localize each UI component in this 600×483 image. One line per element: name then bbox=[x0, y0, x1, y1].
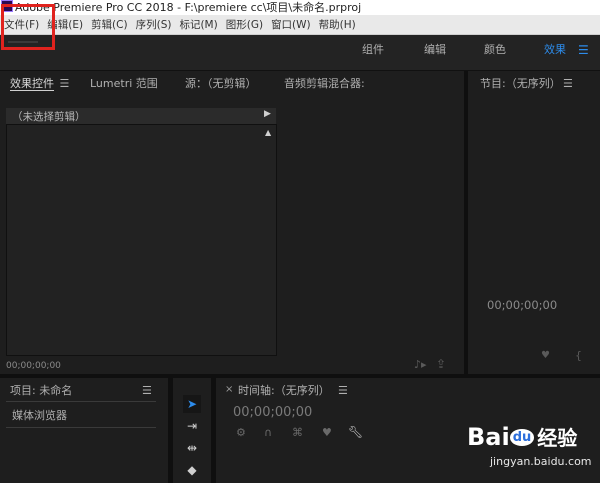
export-frame-icon[interactable]: ♪▸ bbox=[414, 358, 427, 371]
tab-source-monitor[interactable]: 源：（无剪辑） bbox=[185, 74, 257, 94]
project-divider-2 bbox=[6, 427, 156, 428]
menu-sequence[interactable]: 序列(S) bbox=[132, 17, 176, 32]
workspace-tab-effects[interactable]: 效果 bbox=[544, 35, 566, 70]
snap-magnet-icon[interactable]: ∩ bbox=[264, 426, 272, 439]
no-clip-selected-label: （未选择剪辑） bbox=[12, 111, 86, 123]
in-out-brace-icon[interactable]: { bbox=[575, 349, 582, 362]
menu-clip[interactable]: 剪辑(C) bbox=[87, 17, 132, 32]
source-panel-tabs: 效果控件 ☰ bbox=[10, 74, 69, 94]
panel-menu-icon[interactable]: ☰ bbox=[60, 77, 70, 90]
workspace-tab-assembly[interactable]: 组件 bbox=[362, 35, 384, 70]
timeline-timecode: 00;00;00;00 bbox=[233, 405, 313, 420]
wrench-icon[interactable]: 🔧︎ bbox=[348, 425, 363, 439]
track-select-tool-icon[interactable]: ⇥ bbox=[183, 417, 201, 435]
baidu-paw-icon: du bbox=[509, 429, 535, 446]
tab-lumetri-scopes[interactable]: Lumetri 范围 bbox=[90, 74, 158, 94]
workspace-menu-icon[interactable]: ☰ bbox=[578, 35, 589, 70]
ripple-edit-tool-icon[interactable]: ⇹ bbox=[183, 439, 201, 457]
window-title: Adobe Premiere Pro CC 2018 - F:\premiere… bbox=[15, 1, 362, 14]
timeline-title[interactable]: 时间轴:（无序列） bbox=[238, 381, 330, 401]
jingyan-text: 经验 bbox=[537, 426, 578, 450]
effect-controls-area: ▲ bbox=[6, 124, 277, 356]
timeline-menu-icon[interactable]: ☰ bbox=[338, 381, 348, 401]
project-divider bbox=[6, 401, 156, 402]
razor-tool-icon[interactable]: ◆ bbox=[183, 461, 201, 479]
linked-selection-icon[interactable]: ⌘ bbox=[292, 426, 303, 439]
tab-effect-controls[interactable]: 效果控件 bbox=[10, 77, 54, 91]
project-menu-icon[interactable]: ☰ bbox=[142, 381, 152, 401]
source-timecode: 00;00;00;00 bbox=[6, 361, 61, 371]
highlight-box bbox=[1, 4, 55, 50]
program-monitor-title[interactable]: 节目:（无序列） bbox=[480, 74, 561, 94]
program-menu-icon[interactable]: ☰ bbox=[563, 74, 573, 94]
program-timecode: 00;00;00;00 bbox=[487, 298, 558, 312]
jingyan-url: jingyan.baidu.com bbox=[490, 455, 592, 468]
close-timeline-icon[interactable]: × bbox=[225, 384, 233, 395]
marker-icon[interactable]: ♥ bbox=[541, 350, 550, 361]
insert-icon[interactable]: ⇪ bbox=[436, 357, 446, 371]
project-panel-title[interactable]: 项目: 未命名 bbox=[10, 381, 72, 401]
tab-audio-clip-mixer[interactable]: 音频剪辑混合器: bbox=[284, 74, 365, 94]
expand-arrow-icon[interactable]: ▶ bbox=[264, 109, 271, 119]
menu-window[interactable]: 窗口(W) bbox=[267, 17, 315, 32]
menu-markers[interactable]: 标记(M) bbox=[175, 17, 221, 32]
add-marker-icon[interactable]: ♥ bbox=[322, 426, 332, 439]
workspace-bar: 组件 编辑 颜色 效果 ☰ bbox=[0, 35, 600, 71]
menu-help[interactable]: 帮助(H) bbox=[315, 17, 360, 32]
clip-selector-bar: （未选择剪辑） ▶ bbox=[6, 108, 276, 125]
nest-icon[interactable]: ⚙ bbox=[236, 426, 246, 439]
menu-graphics[interactable]: 图形(G) bbox=[222, 17, 267, 32]
baidu-brand-text: Bai bbox=[467, 423, 510, 451]
menu-bar: 文件(F) 编辑(E) 剪辑(C) 序列(S) 标记(M) 图形(G) 窗口(W… bbox=[0, 15, 600, 35]
media-browser-tab[interactable]: 媒体浏览器 bbox=[12, 407, 67, 423]
program-monitor bbox=[468, 71, 600, 374]
workspace-tab-editing[interactable]: 编辑 bbox=[424, 35, 446, 70]
baidu-logo: Bai du 经验 bbox=[467, 424, 577, 451]
workspace-tab-color[interactable]: 颜色 bbox=[484, 35, 506, 70]
window-title-bar: Adobe Premiere Pro CC 2018 - F:\premiere… bbox=[0, 0, 600, 15]
scroll-up-arrow-icon[interactable]: ▲ bbox=[265, 128, 271, 137]
selection-tool-icon[interactable]: ➤ bbox=[183, 395, 201, 413]
